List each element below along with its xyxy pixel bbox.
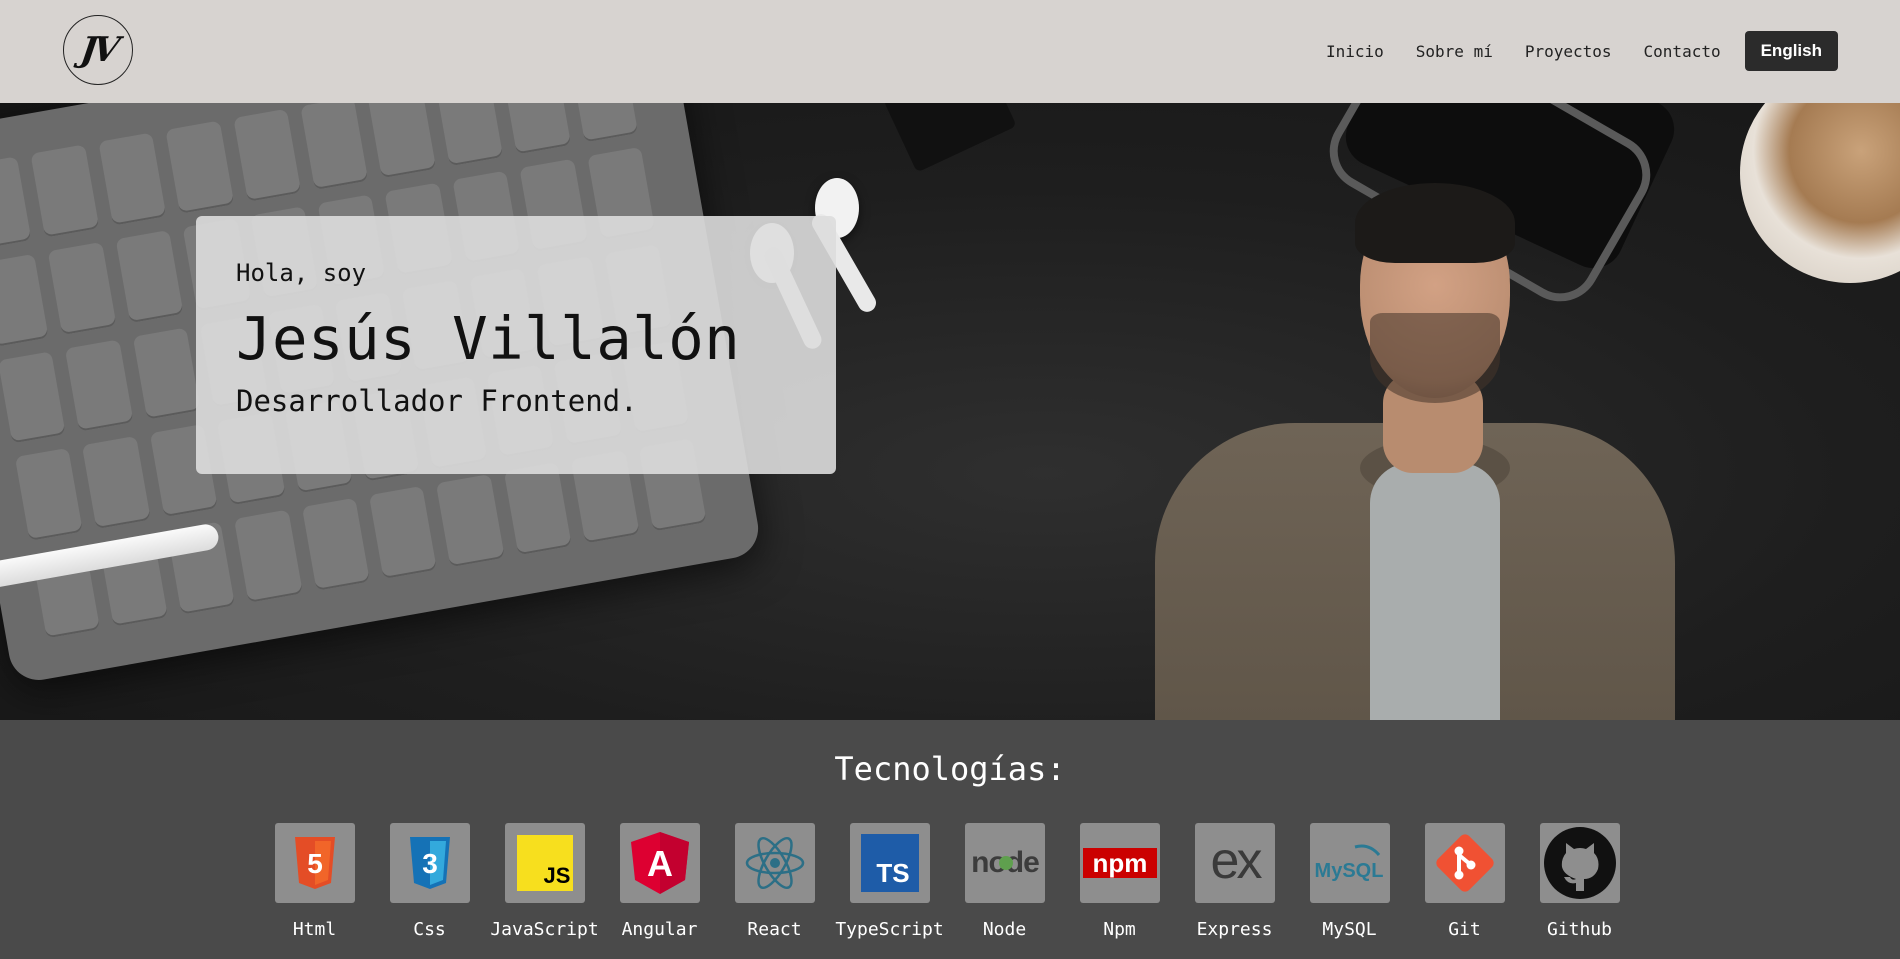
main-nav: Inicio Sobre mí Proyectos Contacto Engli… <box>1326 31 1838 71</box>
express-icon: ex <box>1194 823 1275 903</box>
svg-text:5: 5 <box>307 848 323 879</box>
tech-item: node Node <box>947 823 1062 940</box>
tech-item: React <box>717 823 832 940</box>
tech-item: MySQL MySQL <box>1292 823 1407 940</box>
angular-icon: A <box>619 823 700 903</box>
svg-text:A: A <box>647 843 673 884</box>
tech-label: Git <box>1448 919 1481 940</box>
svg-text:3: 3 <box>422 848 438 879</box>
mysql-icon: MySQL <box>1309 823 1390 903</box>
react-icon <box>734 823 815 903</box>
git-icon <box>1424 823 1505 903</box>
person-name: Jesús Villalón <box>236 304 741 373</box>
nav-contacto[interactable]: Contacto <box>1644 42 1721 61</box>
tech-label: React <box>747 919 802 940</box>
css3-icon: 3 <box>389 823 470 903</box>
tech-label: Node <box>982 919 1027 940</box>
html5-icon: 5 <box>274 823 355 903</box>
github-icon <box>1539 823 1620 903</box>
npm-icon: npm <box>1079 823 1160 903</box>
node-icon: node <box>964 823 1045 903</box>
coffee-cup-image <box>1740 103 1900 283</box>
role-text: Desarrollador Frontend. <box>236 384 638 418</box>
site-header: JV Inicio Sobre mí Proyectos Contacto En… <box>0 0 1900 103</box>
technologies-list: 5 Html 3 Css JS JavaScript A Angular Rea… <box>257 823 1637 940</box>
logo-text: JV <box>77 30 119 70</box>
tech-label: Angular <box>621 919 698 940</box>
tech-item: A Angular <box>602 823 717 940</box>
notebook-clip-image <box>883 103 1017 173</box>
tech-label: Css <box>413 919 446 940</box>
javascript-icon: JS <box>504 823 585 903</box>
nav-proyectos[interactable]: Proyectos <box>1525 42 1612 61</box>
intro-card: Hola, soy Jesús Villalón Desarrollador F… <box>196 216 836 474</box>
tech-item: ex Express <box>1177 823 1292 940</box>
tech-label: Github <box>1546 919 1613 940</box>
tech-item: TS TypeScript <box>832 823 947 940</box>
nav-inicio[interactable]: Inicio <box>1326 42 1384 61</box>
svg-text:npm: npm <box>1092 848 1147 878</box>
tech-item: 3 Css <box>372 823 487 940</box>
technologies-section: Tecnologías: 5 Html 3 Css JS JavaScript … <box>0 720 1900 959</box>
profile-photo <box>1155 183 1675 720</box>
tech-item: 5 Html <box>257 823 372 940</box>
tech-label: MySQL <box>1322 919 1377 940</box>
logo[interactable]: JV <box>63 15 133 85</box>
technologies-title: Tecnologías: <box>834 750 1066 788</box>
svg-text:TS: TS <box>876 858 909 888</box>
tech-item: JS JavaScript <box>487 823 602 940</box>
svg-text:MySQL: MySQL <box>1314 860 1383 882</box>
language-toggle-button[interactable]: English <box>1744 31 1838 71</box>
nav-sobre-mi[interactable]: Sobre mí <box>1416 42 1493 61</box>
svg-text:ex: ex <box>1210 838 1262 888</box>
tech-label: Express <box>1196 919 1273 940</box>
tech-item: npm Npm <box>1062 823 1177 940</box>
typescript-icon: TS <box>849 823 930 903</box>
svg-text:JS: JS <box>543 863 570 888</box>
tech-label: Html <box>292 919 337 940</box>
tech-label: TypeScript <box>835 919 944 940</box>
tech-label: Npm <box>1103 919 1136 940</box>
tech-label: JavaScript <box>490 919 599 940</box>
tech-item: Git <box>1407 823 1522 940</box>
hero-section: Hola, soy Jesús Villalón Desarrollador F… <box>0 103 1900 720</box>
greeting-text: Hola, soy <box>236 259 367 287</box>
tech-item: Github <box>1522 823 1637 940</box>
